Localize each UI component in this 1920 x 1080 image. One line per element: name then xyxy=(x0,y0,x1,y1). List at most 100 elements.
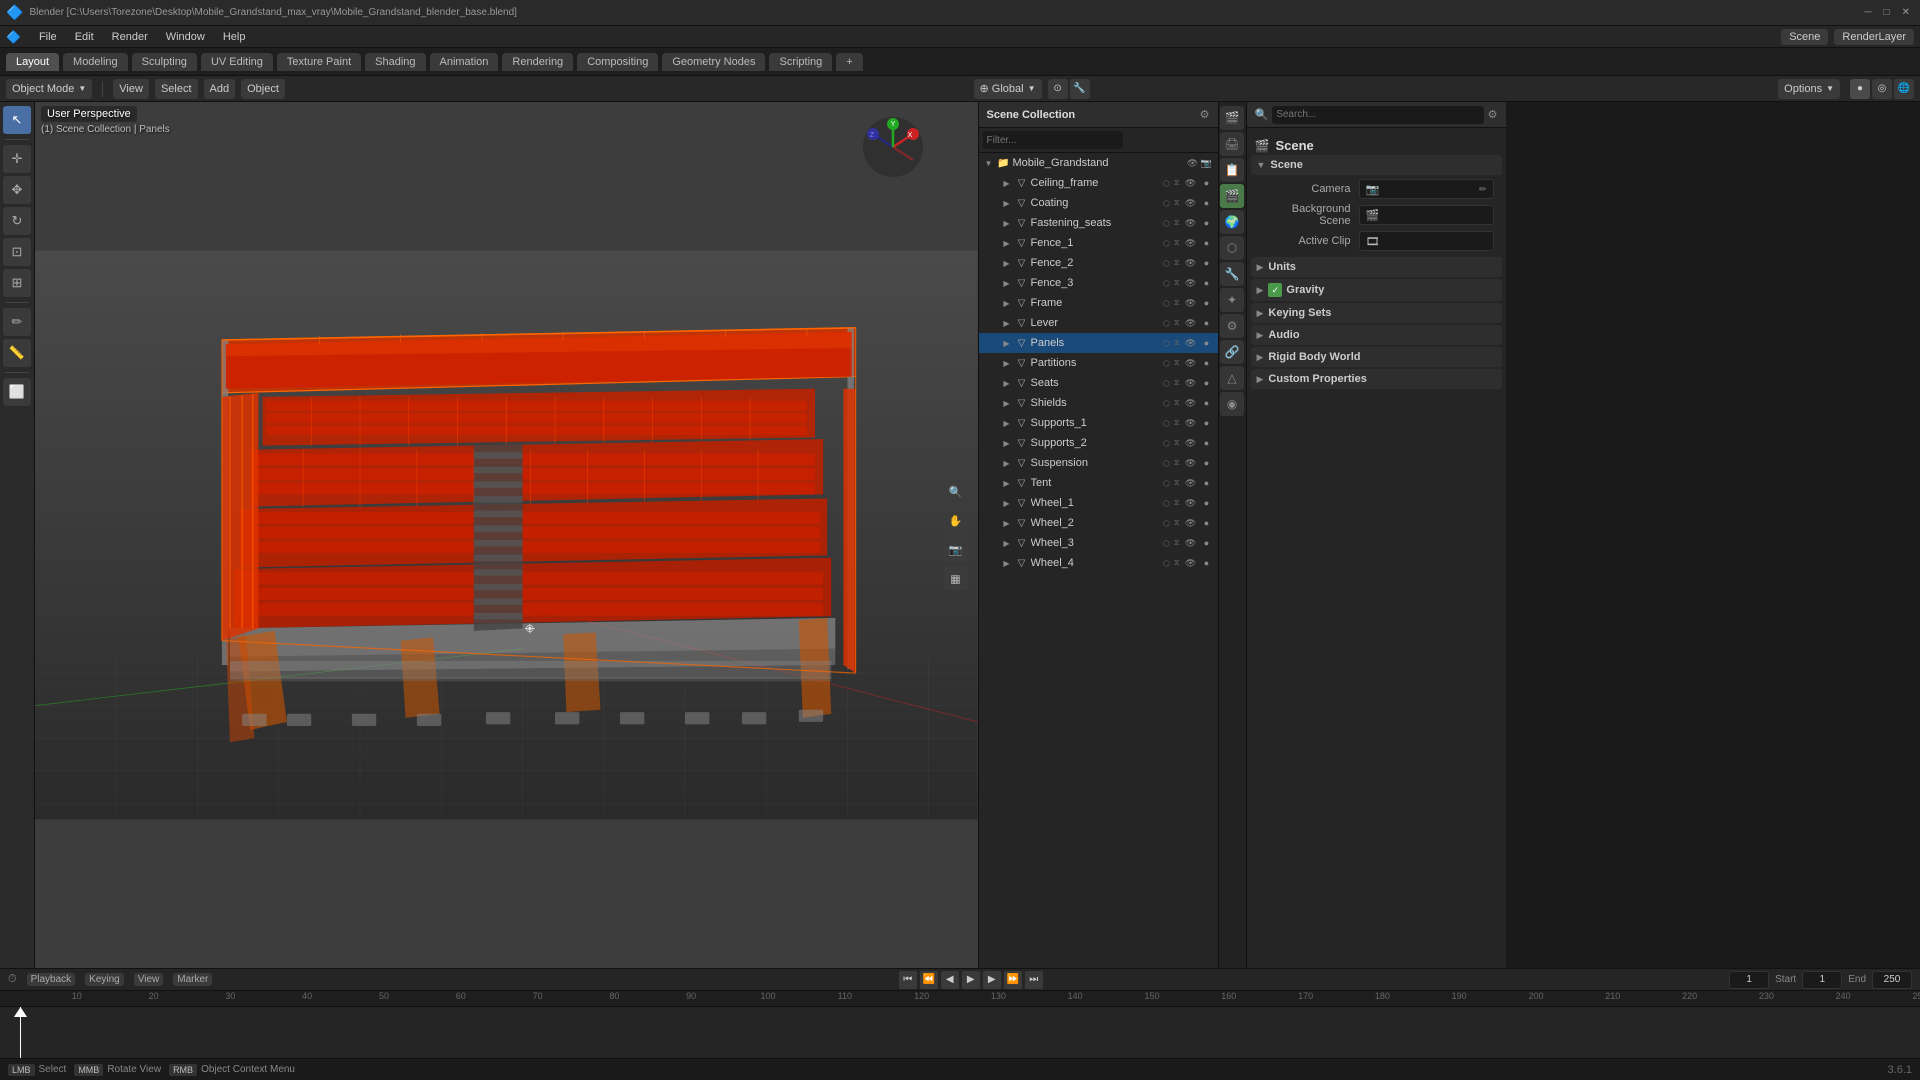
tab-geometry-nodes[interactable]: Geometry Nodes xyxy=(662,53,765,71)
eye-icon[interactable]: 👁 xyxy=(1184,196,1198,210)
physics-props-tab[interactable]: ⚙ xyxy=(1220,314,1244,338)
gravity-section-header[interactable]: ▶ ✓ Gravity xyxy=(1251,279,1502,301)
tree-item[interactable]: ▶ ▽ Wheel_1 ⬡ ⧖ 👁 ● xyxy=(979,493,1218,513)
transform-tool[interactable]: ⊞ xyxy=(3,269,31,297)
active-clip-value[interactable]: 🎞 xyxy=(1359,231,1494,251)
tab-rendering[interactable]: Rendering xyxy=(502,53,573,71)
tree-item-root[interactable]: ▼ 📁 Mobile_Grandstand 👁 📷 xyxy=(979,153,1218,173)
tree-item[interactable]: ▶ ▽ Panels ⬡ ⧖ 👁 ● xyxy=(979,333,1218,353)
render-vis-icon[interactable]: ● xyxy=(1200,256,1214,270)
world-props-tab[interactable]: 🌍 xyxy=(1220,210,1244,234)
render-vis-icon[interactable]: ● xyxy=(1200,236,1214,250)
rigid-body-section-header[interactable]: ▶ Rigid Body World xyxy=(1251,347,1502,367)
camera-view-btn[interactable]: 📷 xyxy=(944,538,968,562)
viewport-3d[interactable]: User Perspective (1) Scene Collection | … xyxy=(35,102,978,968)
tab-sculpting[interactable]: Sculpting xyxy=(132,53,197,71)
menu-edit[interactable]: Edit xyxy=(67,29,102,45)
annotate-tool[interactable]: ✏ xyxy=(3,308,31,336)
menu-window[interactable]: Window xyxy=(158,29,213,45)
camera-edit-icon[interactable]: ✏ xyxy=(1479,184,1487,195)
view-menu-tl[interactable]: View xyxy=(134,973,164,986)
tree-item[interactable]: ▶ ▽ Ceiling_frame ⬡ ⧖ 👁 ● xyxy=(979,173,1218,193)
render-vis-icon[interactable]: ● xyxy=(1200,556,1214,570)
background-scene-value[interactable]: 🎬 xyxy=(1359,205,1494,225)
render-layer-selector[interactable]: RenderLayer xyxy=(1834,29,1914,45)
menu-file[interactable]: File xyxy=(31,29,65,45)
measure-tool[interactable]: 📏 xyxy=(3,339,31,367)
playback-menu[interactable]: Playback xyxy=(27,973,76,986)
data-props-tab[interactable]: △ xyxy=(1220,366,1244,390)
particles-props-tab[interactable]: ✦ xyxy=(1220,288,1244,312)
render-vis-icon[interactable]: ● xyxy=(1200,496,1214,510)
prev-keyframe-btn[interactable]: ◀ xyxy=(941,971,959,989)
select-menu[interactable]: Select xyxy=(155,79,198,99)
audio-section-header[interactable]: ▶ Audio xyxy=(1251,325,1502,345)
menu-render[interactable]: Render xyxy=(104,29,156,45)
output-props-tab[interactable]: 🖨 xyxy=(1220,132,1244,156)
cursor-tool[interactable]: ✛ xyxy=(3,145,31,173)
eye-icon[interactable]: 👁 xyxy=(1184,536,1198,550)
play-btn[interactable]: ▶ xyxy=(962,971,980,989)
render-vis-icon[interactable]: ● xyxy=(1200,296,1214,310)
tree-item[interactable]: ▶ ▽ Supports_1 ⬡ ⧖ 👁 ● xyxy=(979,413,1218,433)
render-vis-icon[interactable]: ● xyxy=(1200,336,1214,350)
tree-item[interactable]: ▶ ▽ Supports_2 ⬡ ⧖ 👁 ● xyxy=(979,433,1218,453)
options-btn[interactable]: Options ▼ xyxy=(1778,79,1840,99)
tree-item[interactable]: ▶ ▽ Frame ⬡ ⧖ 👁 ● xyxy=(979,293,1218,313)
zoom-in-btn[interactable]: 🔍 xyxy=(944,480,968,504)
view-layer-props-tab[interactable]: 📋 xyxy=(1220,158,1244,182)
menu-help[interactable]: Help xyxy=(215,29,254,45)
eye-icon[interactable]: 👁 xyxy=(1184,356,1198,370)
add-menu[interactable]: Add xyxy=(204,79,236,99)
tab-compositing[interactable]: Compositing xyxy=(577,53,658,71)
camera-value[interactable]: 📷 ✏ xyxy=(1359,179,1494,199)
eye-icon[interactable]: 👁 xyxy=(1184,496,1198,510)
tree-item[interactable]: ▶ ▽ Suspension ⬡ ⧖ 👁 ● xyxy=(979,453,1218,473)
minimize-btn[interactable]: ─ xyxy=(1860,7,1875,18)
scene-selector[interactable]: Scene xyxy=(1781,29,1828,45)
tree-item[interactable]: ▶ ▽ Wheel_4 ⬡ ⧖ 👁 ● xyxy=(979,553,1218,573)
constraints-props-tab[interactable]: 🔗 xyxy=(1220,340,1244,364)
start-frame-input[interactable]: 1 xyxy=(1802,971,1842,989)
visibility-icon[interactable]: 👁 xyxy=(1186,156,1200,170)
select-tool[interactable]: ↖ xyxy=(3,106,31,134)
prev-frame-btn[interactable]: ⏪ xyxy=(920,971,938,989)
render-icon[interactable]: 📷 xyxy=(1200,156,1214,170)
tree-item[interactable]: ▶ ▽ Lever ⬡ ⧖ 👁 ● xyxy=(979,313,1218,333)
move-tool[interactable]: ✥ xyxy=(3,176,31,204)
tree-item[interactable]: ▶ ▽ Fence_1 ⬡ ⧖ 👁 ● xyxy=(979,233,1218,253)
viewport-shading-render[interactable]: 🌐 xyxy=(1894,79,1914,99)
end-frame-input[interactable]: 250 xyxy=(1872,971,1912,989)
tree-item[interactable]: ▶ ▽ Tent ⬡ ⧖ 👁 ● xyxy=(979,473,1218,493)
eye-icon[interactable]: 👁 xyxy=(1184,556,1198,570)
custom-props-section-header[interactable]: ▶ Custom Properties xyxy=(1251,369,1502,389)
object-mode-dropdown[interactable]: Object Mode ▼ xyxy=(6,79,92,99)
tree-item[interactable]: ▶ ▽ Fastening_seats ⬡ ⧖ 👁 ● xyxy=(979,213,1218,233)
eye-icon[interactable]: 👁 xyxy=(1184,296,1198,310)
render-vis-icon[interactable]: ● xyxy=(1200,476,1214,490)
viewport-shading-solid[interactable]: ● xyxy=(1850,79,1870,99)
keying-sets-section-header[interactable]: ▶ Keying Sets xyxy=(1251,303,1502,323)
eye-icon[interactable]: 👁 xyxy=(1184,216,1198,230)
eye-icon[interactable]: 👁 xyxy=(1184,456,1198,470)
axes-gizmo[interactable]: X Y Z xyxy=(858,112,928,182)
eye-icon[interactable]: 👁 xyxy=(1184,176,1198,190)
tab-texture-paint[interactable]: Texture Paint xyxy=(277,53,361,71)
units-section-header[interactable]: ▶ Units xyxy=(1251,257,1502,277)
eye-icon[interactable]: 👁 xyxy=(1184,476,1198,490)
tab-add[interactable]: + xyxy=(836,53,862,71)
render-vis-icon[interactable]: ● xyxy=(1200,536,1214,550)
render-vis-icon[interactable]: ● xyxy=(1200,356,1214,370)
transform-global[interactable]: ⊕ Global ▼ xyxy=(974,79,1042,99)
render-vis-icon[interactable]: ● xyxy=(1200,316,1214,330)
next-frame-btn[interactable]: ⏩ xyxy=(1004,971,1022,989)
render-props-tab[interactable]: 🎬 xyxy=(1220,106,1244,130)
filter-icon[interactable]: ⚙ xyxy=(1200,108,1210,121)
eye-icon[interactable]: 👁 xyxy=(1184,336,1198,350)
gravity-checkbox[interactable]: ✓ xyxy=(1268,283,1282,297)
current-frame-input[interactable]: 1 xyxy=(1729,971,1769,989)
modifier-props-tab[interactable]: 🔧 xyxy=(1220,262,1244,286)
render-vis-icon[interactable]: ● xyxy=(1200,216,1214,230)
add-cube-tool[interactable]: ⬜ xyxy=(3,378,31,406)
tab-layout[interactable]: Layout xyxy=(6,53,59,71)
